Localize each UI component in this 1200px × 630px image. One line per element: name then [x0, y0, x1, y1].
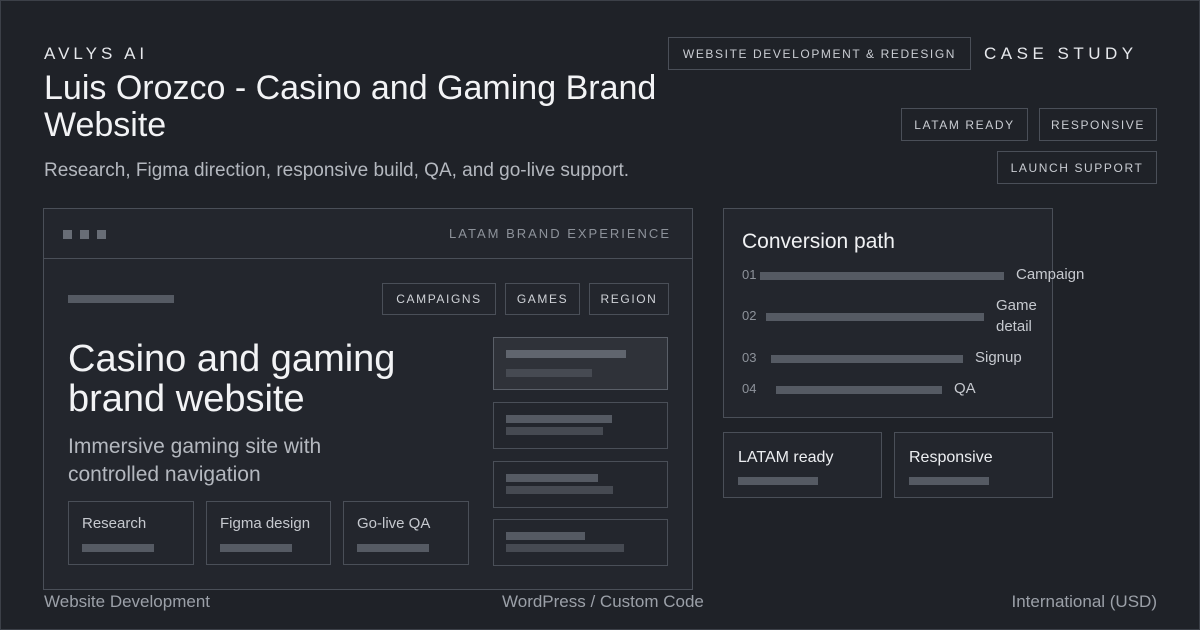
window-dot-icon [63, 230, 72, 239]
step-bar [766, 313, 984, 321]
step-number: 04 [742, 381, 757, 396]
step-number: 01 [742, 267, 757, 282]
card-go-live-qa: Go-live QA [343, 501, 469, 565]
card-line [357, 544, 429, 552]
step-bar [776, 386, 942, 394]
logo-placeholder [68, 295, 174, 303]
step-label: Campaign [1016, 266, 1085, 283]
list-item[interactable] [493, 519, 668, 566]
step-label: Game detail [996, 297, 1037, 335]
hero-subtitle: Immersive gaming site with controlled na… [68, 435, 322, 486]
nav-campaigns[interactable]: CAMPAIGNS [382, 283, 496, 315]
nav-games[interactable]: GAMES [505, 283, 580, 315]
card-figma-design: Figma design [206, 501, 331, 565]
card-line [909, 477, 989, 485]
footer-stack: WordPress / Custom Code [502, 592, 704, 611]
step-number: 02 [742, 308, 757, 323]
card-label: Research [82, 515, 147, 532]
step-bar [760, 272, 1004, 280]
tag-responsive: RESPONSIVE [1039, 108, 1157, 141]
list-item[interactable] [493, 337, 668, 390]
step-label: QA [954, 380, 976, 397]
card-research: Research [68, 501, 194, 565]
page-subtitle: Research, Figma direction, responsive bu… [44, 160, 630, 181]
card-line [82, 544, 154, 552]
hero-title: Casino and gaming brand website [68, 338, 396, 420]
nav-region[interactable]: REGION [589, 283, 669, 315]
window-dot-icon [97, 230, 106, 239]
footer-service: Website Development [44, 592, 210, 611]
conversion-path-panel: Conversion path 01 Campaign 02 Game deta… [723, 208, 1084, 418]
card-label: Go-live QA [357, 515, 431, 532]
step-label: Signup [975, 349, 1022, 366]
mockup-label: LATAM BRAND EXPERIENCE [449, 226, 671, 241]
mockup-toolbar: LATAM BRAND EXPERIENCE [44, 209, 692, 259]
footer-market: International (USD) [1011, 592, 1157, 611]
case-study-label: CASE STUDY [984, 44, 1138, 63]
card-latam-ready: LATAM ready [723, 432, 882, 498]
step-number: 03 [742, 350, 757, 365]
card-line [738, 477, 818, 485]
page-title: Luis Orozco - Casino and Gaming Brand We… [44, 69, 657, 144]
tag-launch-support: LAUNCH SUPPORT [997, 151, 1157, 184]
tag-latam-ready: LATAM READY [901, 108, 1028, 141]
step-bar [771, 355, 963, 363]
list-item[interactable] [493, 461, 668, 508]
brand-name: AVLYS AI [44, 44, 149, 63]
website-mockup: LATAM BRAND EXPERIENCE CAMPAIGNS GAMES R… [43, 208, 693, 590]
category-tag: WEBSITE DEVELOPMENT & REDESIGN [668, 37, 971, 70]
card-label: LATAM ready [738, 449, 834, 466]
list-item[interactable] [493, 402, 668, 449]
card-line [220, 544, 292, 552]
window-dot-icon [80, 230, 89, 239]
card-responsive: Responsive [894, 432, 1053, 498]
card-label: Figma design [220, 515, 311, 532]
card-label: Responsive [909, 449, 993, 466]
panel-title: Conversion path [742, 230, 895, 253]
